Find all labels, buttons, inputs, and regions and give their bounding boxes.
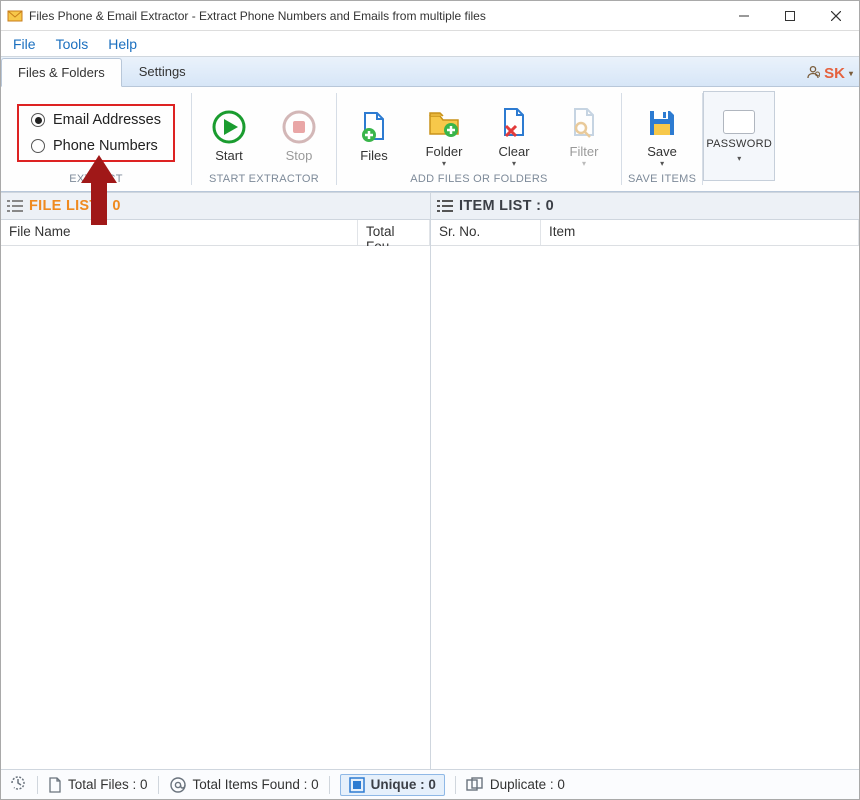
group-start-extractor: Start Stop START EXTRACTOR xyxy=(192,87,336,191)
button-label: Stop xyxy=(286,148,313,163)
ribbon: Email Addresses Phone Numbers EXTRACT St… xyxy=(1,87,859,192)
folder-button[interactable]: Folder ▾ xyxy=(413,100,475,167)
password-button[interactable]: PASSWORD ▾ xyxy=(703,91,775,181)
file-list-columns: File Name Total Fou xyxy=(1,220,430,246)
file-list-body[interactable] xyxy=(1,246,430,769)
button-label: Clear xyxy=(498,144,529,159)
separator xyxy=(158,776,159,794)
file-filter-icon xyxy=(565,104,603,142)
lists-area: FILE LIST : 0 File Name Total Fou ITEM L… xyxy=(1,192,859,769)
minimize-button[interactable] xyxy=(721,1,767,31)
radio-label: Phone Numbers xyxy=(53,138,158,154)
menu-bar: File Tools Help xyxy=(1,31,859,57)
title-bar: Files Phone & Email Extractor - Extract … xyxy=(1,1,859,31)
menu-help[interactable]: Help xyxy=(98,31,147,56)
group-extract: Email Addresses Phone Numbers EXTRACT xyxy=(1,87,191,191)
button-label: Start xyxy=(215,148,242,163)
file-add-icon xyxy=(355,108,393,146)
tab-files-folders[interactable]: Files & Folders xyxy=(1,58,122,87)
group-label: START EXTRACTOR xyxy=(209,173,319,189)
separator xyxy=(455,776,456,794)
stop-icon xyxy=(280,108,318,146)
file-clear-icon xyxy=(495,104,533,142)
status-text: Total Files : 0 xyxy=(68,777,148,792)
caret-down-icon: ▾ xyxy=(512,161,516,167)
status-text: Duplicate : 0 xyxy=(490,777,565,792)
close-button[interactable] xyxy=(813,1,859,31)
group-add-files-folders: Files Folder ▾ Clear ▾ Filter xyxy=(337,87,621,191)
files-button[interactable]: Files xyxy=(343,104,405,163)
file-list-header: FILE LIST : 0 xyxy=(1,192,430,220)
play-icon xyxy=(210,108,248,146)
window-title: Files Phone & Email Extractor - Extract … xyxy=(29,9,721,23)
tab-settings[interactable]: Settings xyxy=(122,57,203,86)
item-list-body[interactable] xyxy=(431,246,859,769)
history-icon[interactable] xyxy=(9,774,27,795)
item-list-header: ITEM LIST : 0 xyxy=(431,192,859,220)
button-label: Files xyxy=(360,148,387,163)
caret-down-icon: ▾ xyxy=(660,161,664,167)
separator xyxy=(37,776,38,794)
stop-button[interactable]: Stop xyxy=(268,104,330,163)
list-icon xyxy=(437,199,453,213)
status-text: Total Items Found : 0 xyxy=(193,777,319,792)
status-bar: Total Files : 0 Total Items Found : 0 Un… xyxy=(1,769,859,799)
tab-strip: Files & Folders Settings SK ▾ xyxy=(1,57,859,87)
unique-icon xyxy=(349,777,365,793)
duplicate-icon xyxy=(466,777,484,793)
button-label: Filter xyxy=(570,144,599,159)
extract-options-box: Email Addresses Phone Numbers xyxy=(17,104,175,162)
item-list-title: ITEM LIST : 0 xyxy=(459,198,554,214)
button-label: Folder xyxy=(426,144,463,159)
menu-file[interactable]: File xyxy=(3,31,46,56)
brand-caret-icon: ▾ xyxy=(849,69,853,78)
radio-icon xyxy=(31,139,45,153)
person-icon xyxy=(806,65,820,82)
separator xyxy=(329,776,330,794)
status-text: Unique : 0 xyxy=(371,777,436,792)
file-icon xyxy=(48,777,62,793)
group-label: ADD FILES OR FOLDERS xyxy=(410,173,547,189)
button-label: PASSWORD xyxy=(706,138,772,150)
clear-button[interactable]: Clear ▾ xyxy=(483,100,545,167)
radio-icon xyxy=(31,113,45,127)
group-label: EXTRACT xyxy=(69,173,122,189)
status-total-files: Total Files : 0 xyxy=(48,777,148,793)
menu-tools[interactable]: Tools xyxy=(46,31,99,56)
app-icon xyxy=(7,8,23,24)
group-save-items: Save ▾ SAVE ITEMS xyxy=(622,87,702,191)
status-total-items: Total Items Found : 0 xyxy=(169,776,319,794)
maximize-button[interactable] xyxy=(767,1,813,31)
item-list-columns: Sr. No. Item xyxy=(431,220,859,246)
window-controls xyxy=(721,1,859,31)
filter-button[interactable]: Filter ▾ xyxy=(553,100,615,167)
col-item[interactable]: Item xyxy=(541,220,859,245)
button-label: Save xyxy=(647,144,677,159)
col-file-name[interactable]: File Name xyxy=(1,220,358,245)
save-icon xyxy=(643,104,681,142)
status-unique[interactable]: Unique : 0 xyxy=(340,774,445,796)
list-icon xyxy=(7,199,23,213)
radio-phone-numbers[interactable]: Phone Numbers xyxy=(31,138,161,154)
col-sr-no[interactable]: Sr. No. xyxy=(431,220,541,245)
at-icon xyxy=(169,776,187,794)
caret-down-icon: ▾ xyxy=(442,161,446,167)
caret-down-icon: ▾ xyxy=(582,161,586,167)
folder-add-icon xyxy=(425,104,463,142)
brand-badge: SK ▾ xyxy=(806,65,853,86)
start-button[interactable]: Start xyxy=(198,104,260,163)
brand-text: SK xyxy=(824,65,845,82)
file-list-title: FILE LIST : 0 xyxy=(29,198,121,214)
item-list-pane: ITEM LIST : 0 Sr. No. Item xyxy=(431,192,859,769)
group-label: SAVE ITEMS xyxy=(628,173,696,189)
status-duplicate[interactable]: Duplicate : 0 xyxy=(466,777,565,793)
radio-email-addresses[interactable]: Email Addresses xyxy=(31,112,161,128)
password-icon xyxy=(723,110,755,134)
file-list-pane: FILE LIST : 0 File Name Total Fou xyxy=(1,192,431,769)
caret-down-icon: ▾ xyxy=(737,154,741,163)
radio-label: Email Addresses xyxy=(53,112,161,128)
col-total-found[interactable]: Total Fou xyxy=(358,220,430,245)
save-button[interactable]: Save ▾ xyxy=(631,100,693,167)
